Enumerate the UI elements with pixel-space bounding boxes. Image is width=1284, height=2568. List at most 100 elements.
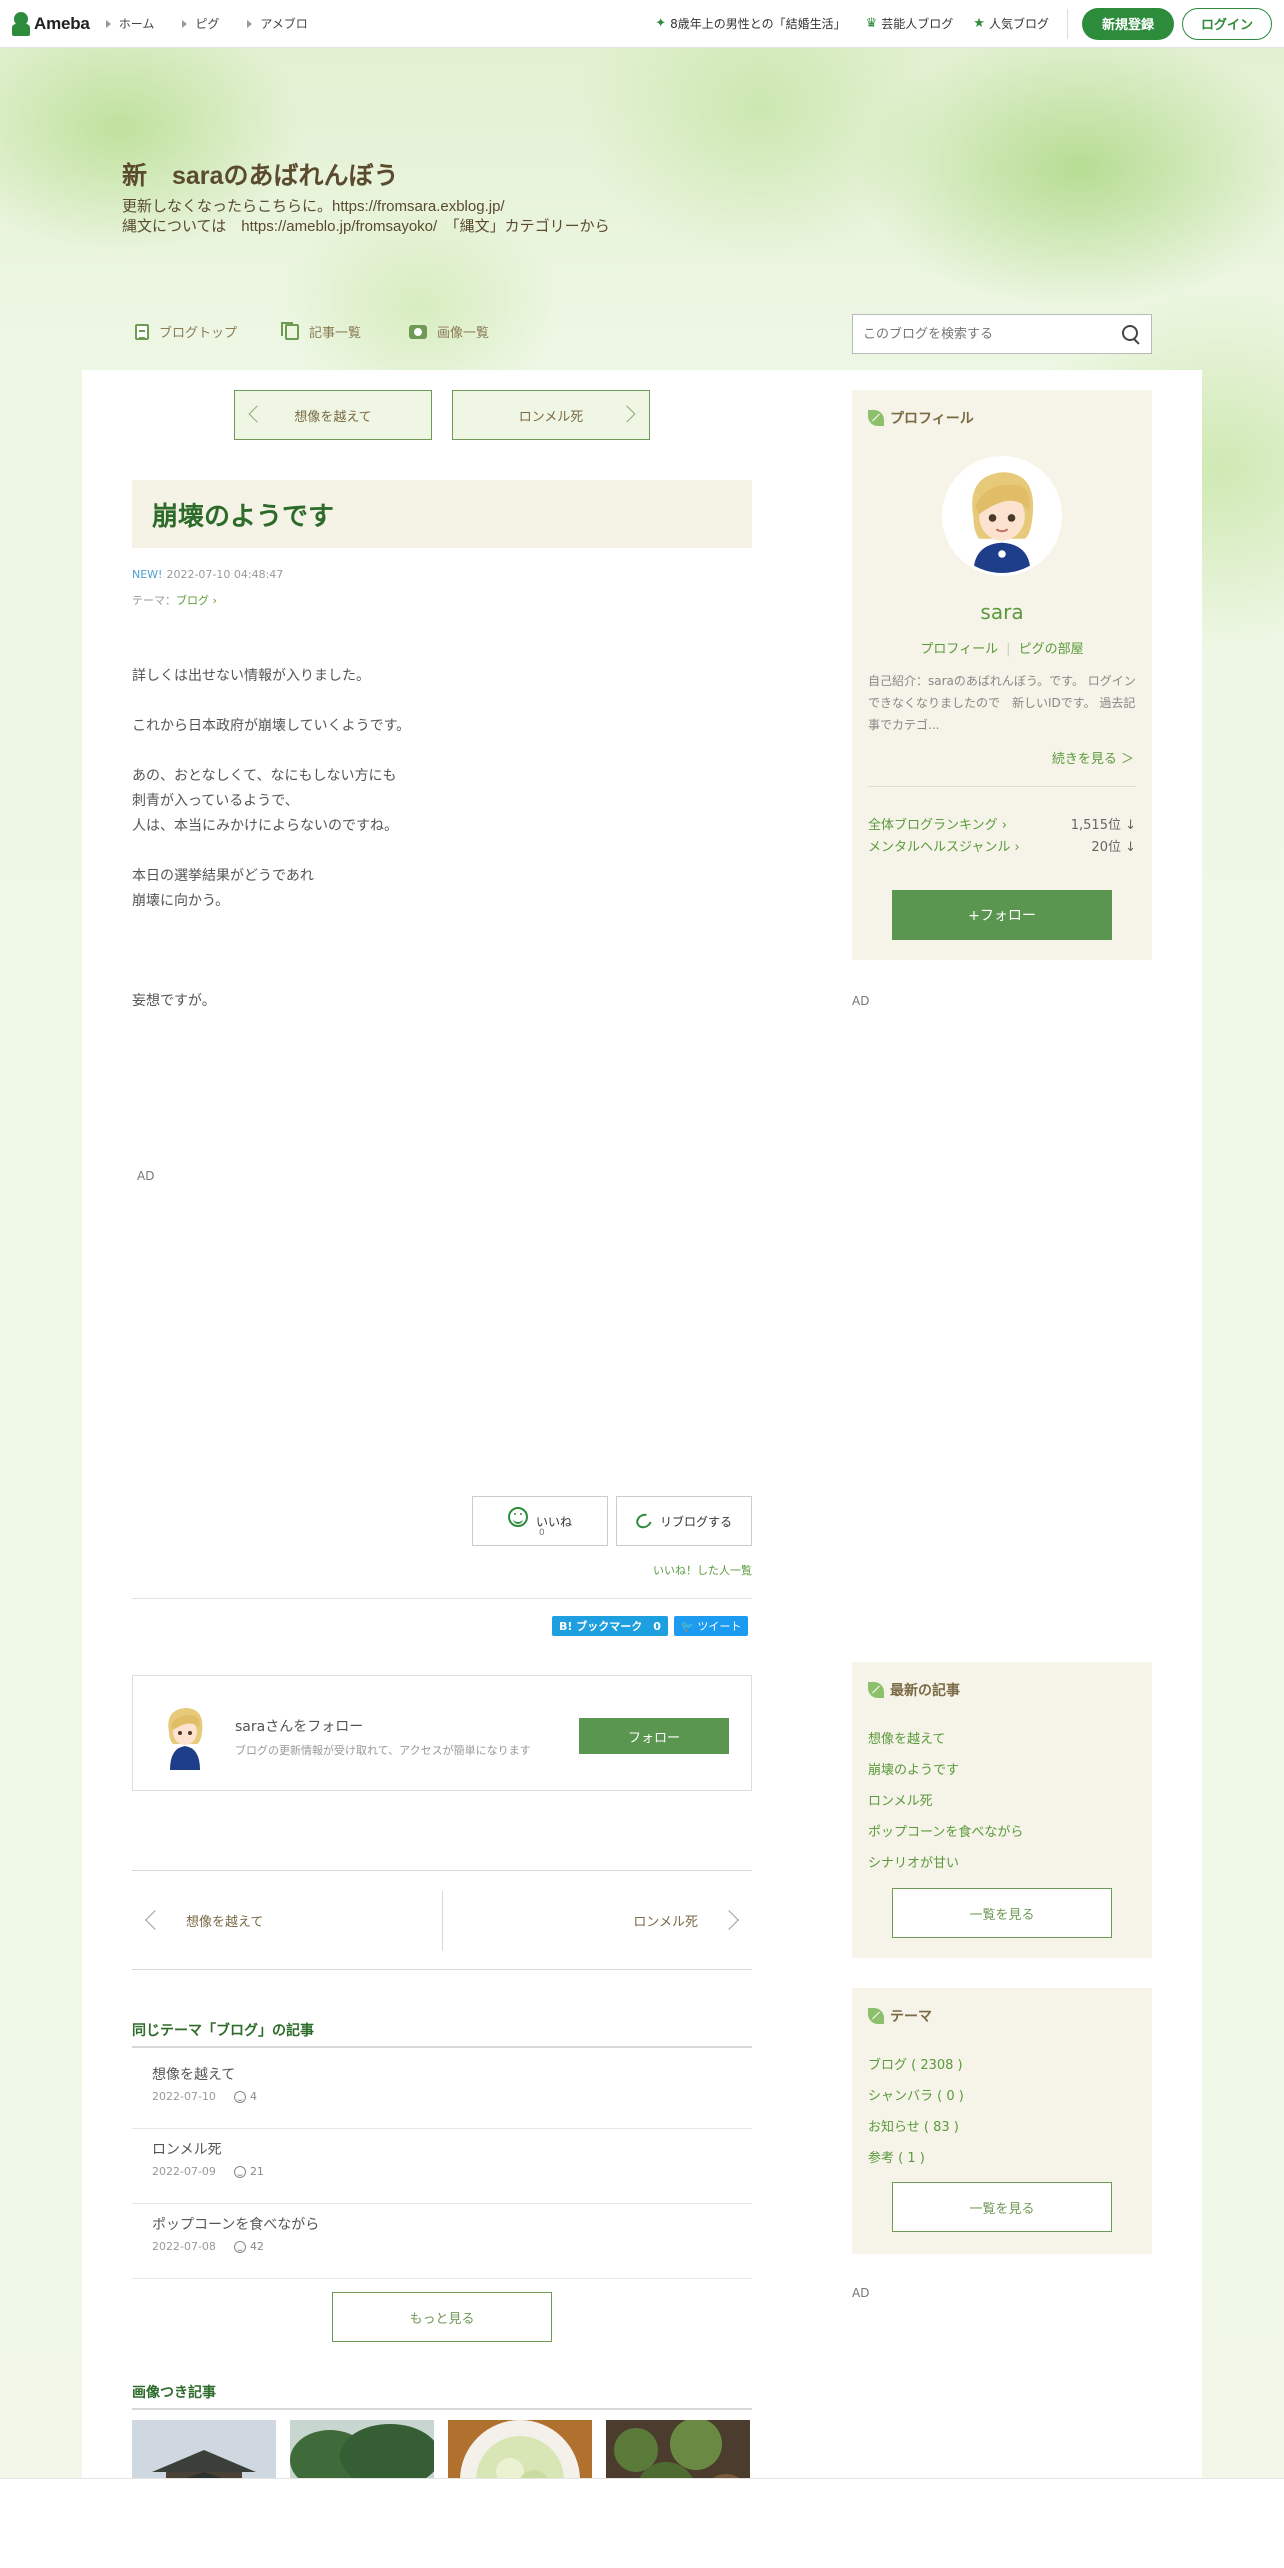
search-icon[interactable]	[1115, 319, 1145, 349]
divider	[132, 1598, 752, 1599]
triangle-icon	[182, 19, 188, 28]
smile-icon	[233, 2165, 246, 2178]
theme-link-label: ブログ	[176, 594, 209, 607]
divider	[442, 1891, 443, 1951]
blog-search	[852, 314, 1152, 354]
like-users-link[interactable]: いいね！した人一覧	[653, 1562, 752, 1578]
like-label: いいね	[535, 1514, 572, 1529]
logo-text: Ameba	[34, 13, 90, 33]
nav-ameblo[interactable]: アメブロ	[247, 15, 308, 32]
popular-blog-label: 人気ブログ	[988, 17, 1049, 31]
profile-avatar[interactable]	[942, 456, 1062, 576]
themes-box: テーマ ブログ ( 2308 ) シャンバラ ( 0 ) お知らせ ( 83 )…	[852, 1988, 1152, 2254]
document-icon	[135, 323, 149, 340]
chevron-left-icon	[145, 1910, 165, 1930]
recent-item[interactable]: ロンメル死	[868, 1792, 1023, 1823]
popular-blog-link[interactable]: ★ 人気ブログ	[973, 15, 1049, 32]
hatena-bookmark-button[interactable]: B! ブックマーク 0	[552, 1616, 668, 1636]
search-input[interactable]	[853, 315, 1115, 353]
list-item[interactable]: ロンメル死 2022-07-09 21	[132, 2129, 752, 2204]
promo-link[interactable]: ✦ 8歳年上の男性との「結婚生活」	[655, 15, 845, 32]
next-entry-button[interactable]: ロンメル死	[452, 390, 650, 440]
related-meta: 2022-07-09 21	[152, 2165, 732, 2178]
list-item[interactable]: 想像を越えて 2022-07-10 4	[132, 2054, 752, 2129]
recent-entries-box: 最新の記事 想像を越えて 崩壊のようです ロンメル死 ポップコーンを食べながら …	[852, 1662, 1152, 1958]
sidebar-follow-button[interactable]: +フォロー	[892, 890, 1112, 940]
divider: |	[1006, 642, 1011, 657]
login-button[interactable]: ログイン	[1181, 7, 1272, 40]
sparkle-icon: ✦	[655, 16, 667, 31]
like-button[interactable]: いいね 0	[472, 1496, 608, 1546]
theme-item[interactable]: お知らせ ( 83 )	[868, 2118, 964, 2149]
leaf-icon	[868, 410, 884, 426]
next-entry-label: ロンメル死	[518, 409, 584, 425]
nav-home[interactable]: ホーム	[105, 15, 154, 32]
crown-icon: ♛	[865, 16, 878, 31]
recent-item[interactable]: 想像を越えて	[868, 1730, 1023, 1761]
same-theme-list: 想像を越えて 2022-07-10 4 ロンメル死 2022-07-09 21 ポッ…	[132, 2054, 752, 2279]
next-entry-link[interactable]: ロンメル死	[633, 1911, 698, 1930]
ad-label: AD	[852, 2286, 870, 2300]
read-more-link[interactable]: 続きを見る ＞	[1052, 748, 1134, 767]
reblog-button[interactable]: リブログする	[616, 1496, 752, 1546]
blog-nav-images[interactable]: 画像一覧	[409, 322, 489, 341]
twitter-bird-icon: 🐦	[680, 1619, 695, 1633]
profile-name[interactable]: sara	[852, 600, 1152, 624]
pigg-room-link[interactable]: ピグの部屋	[1019, 642, 1084, 657]
genre-ranking-value: 20位 ↓	[1091, 840, 1136, 855]
themes-heading-label: テーマ	[890, 2009, 932, 2025]
recent-heading: 最新の記事	[868, 1680, 960, 1700]
chevron-right-icon	[719, 1910, 739, 1930]
prev-entry-link[interactable]: 想像を越えて	[186, 1911, 263, 1930]
copy-icon	[281, 321, 300, 340]
blog-title[interactable]: 新 saraのあばれんぼう	[122, 156, 398, 192]
tweet-button[interactable]: 🐦 ツイート	[674, 1616, 748, 1636]
recent-item[interactable]: ポップコーンを食べながら	[868, 1823, 1023, 1854]
entry-meta: NEW! 2022-07-10 04:48:47	[132, 568, 283, 581]
more-button[interactable]: もっと見る	[332, 2292, 552, 2342]
smile-icon	[233, 2090, 246, 2103]
theme-item[interactable]: シャンバラ ( 0 )	[868, 2087, 964, 2118]
ameba-logo[interactable]: Ameba	[12, 11, 90, 36]
recent-item[interactable]: シナリオが甘い	[868, 1854, 1023, 1885]
nav-pigg[interactable]: ピグ	[182, 15, 219, 32]
ad-label: AD	[137, 1169, 155, 1183]
themes-list-button[interactable]: 一覧を見る	[892, 2182, 1112, 2232]
blog-description-line-1: 更新しなくなったらこちらに。https://fromsara.exblog.jp…	[122, 198, 505, 215]
overall-ranking-link[interactable]: 全体ブログランキング ›	[868, 814, 1007, 833]
related-likes: 21	[249, 2165, 264, 2178]
new-badge: NEW!	[132, 568, 163, 581]
theme-item[interactable]: ブログ ( 2308 )	[868, 2056, 964, 2087]
related-meta: 2022-07-08 42	[152, 2240, 732, 2253]
entry-paragraph: これから日本政府が崩壊していくようです。	[132, 718, 411, 734]
related-date: 2022-07-09	[152, 2165, 216, 2178]
recent-list-button[interactable]: 一覧を見る	[892, 1888, 1112, 1938]
leaf-icon	[868, 1682, 884, 1698]
genre-ranking-link[interactable]: メンタルヘルスジャンル ›	[868, 836, 1020, 855]
entry-body: 詳しくは出せない情報が入りました。 これから日本政府が崩壊していくようです。 あ…	[132, 664, 752, 1039]
blog-nav-top[interactable]: ブログトップ	[135, 322, 237, 341]
camera-icon	[409, 324, 428, 339]
blog-nav-entries[interactable]: 記事一覧	[281, 321, 361, 341]
entry-pager-top: 想像を越えて ロンメル死	[234, 390, 670, 440]
recent-item[interactable]: 崩壊のようです	[868, 1761, 1023, 1792]
nav-pigg-label: ピグ	[195, 17, 220, 31]
theme-item[interactable]: 参考 ( 1 )	[868, 2149, 964, 2180]
related-title: ロンメル死	[152, 2142, 222, 2158]
global-nav: ホーム ピグ アメブロ	[105, 15, 336, 32]
theme-link[interactable]: ブログ ›	[176, 594, 217, 607]
reblog-icon	[633, 1510, 655, 1532]
blog-description-line-2: 縄文については https://ameblo.jp/fromsayoko/ 「縄…	[122, 218, 610, 235]
profile-heading-label: プロフィール	[890, 411, 974, 427]
global-nav-right: ✦ 8歳年上の男性との「結婚生活」 ♛ 芸能人ブログ ★ 人気ブログ 新規登録 ログイ…	[635, 7, 1284, 40]
celebrity-blog-link[interactable]: ♛ 芸能人ブログ	[866, 15, 954, 32]
signup-button[interactable]: 新規登録	[1081, 7, 1174, 40]
entry-paragraph: 本日の選挙結果がどうであれ 崩壊に向かう。	[132, 868, 314, 909]
ameba-logo-icon	[12, 11, 30, 36]
prev-entry-button[interactable]: 想像を越えて	[234, 390, 432, 440]
follow-button[interactable]: フォロー	[579, 1718, 729, 1754]
entry-theme: テーマ：ブログ ›	[132, 592, 217, 608]
profile-link[interactable]: プロフィール	[920, 642, 998, 657]
list-item[interactable]: ポップコーンを食べながら 2022-07-08 42	[132, 2204, 752, 2279]
entry-datetime: 2022-07-10 04:48:47	[166, 568, 284, 581]
